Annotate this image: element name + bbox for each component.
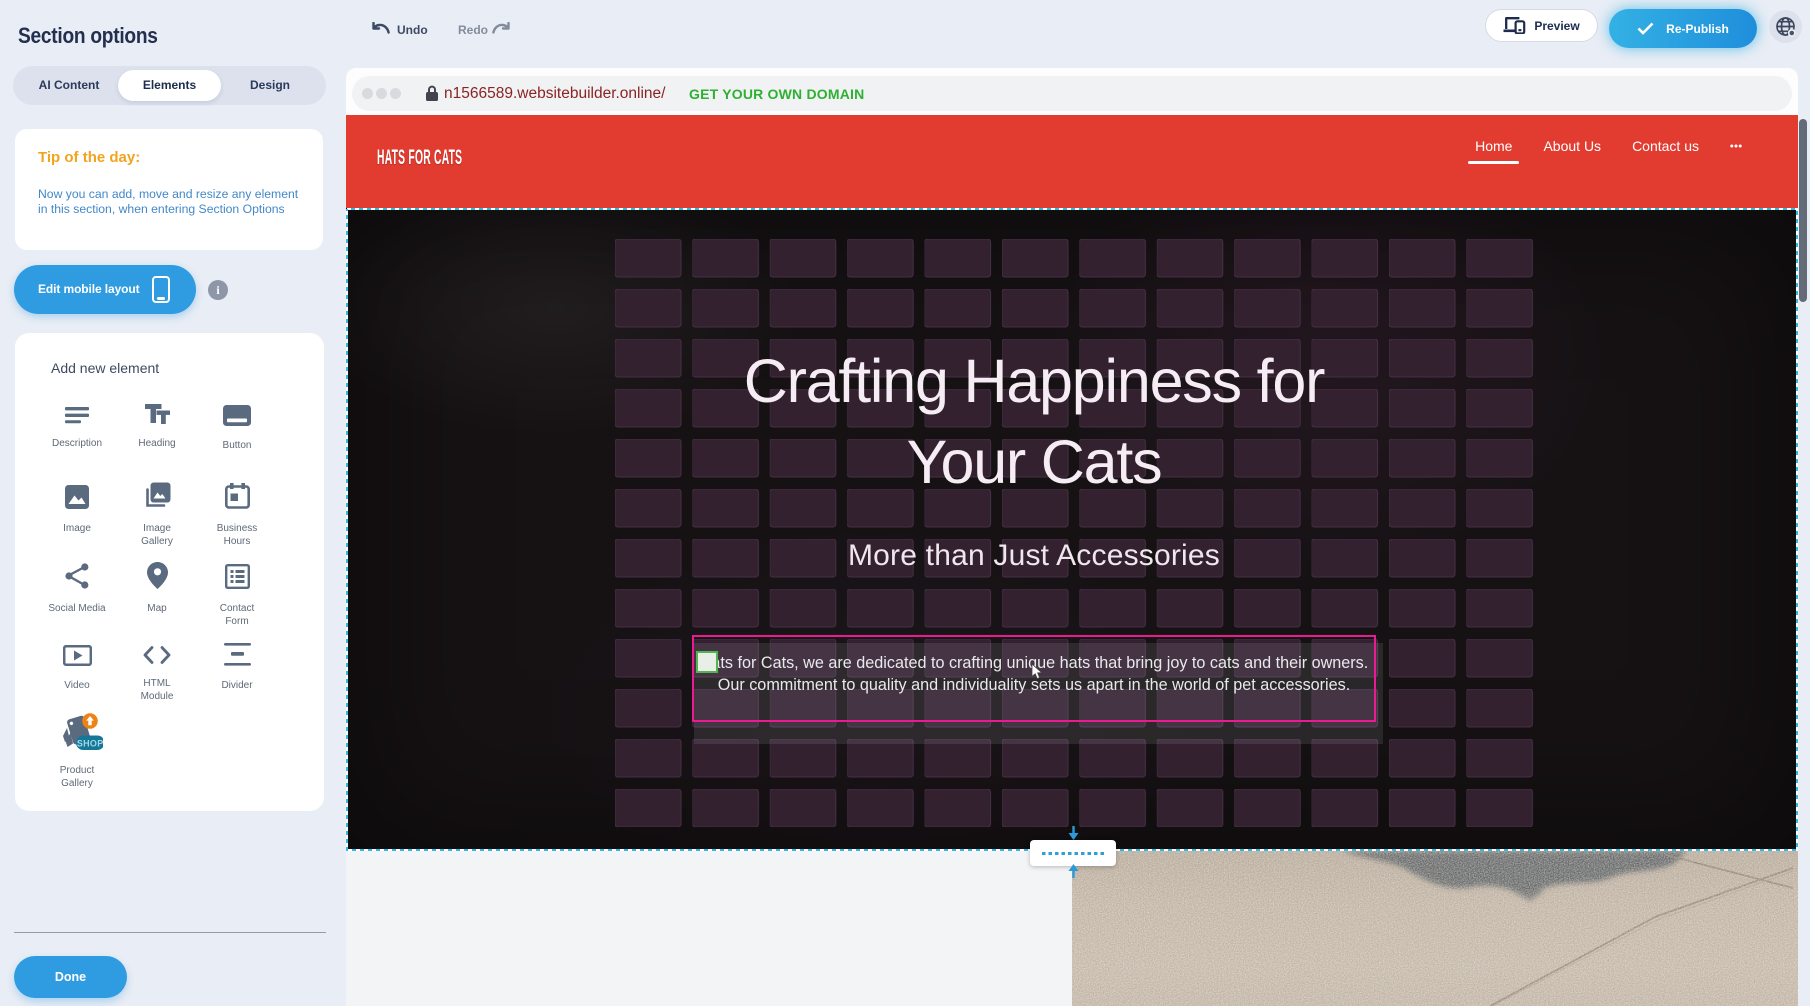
svg-text:SHOP: SHOP xyxy=(77,738,103,748)
